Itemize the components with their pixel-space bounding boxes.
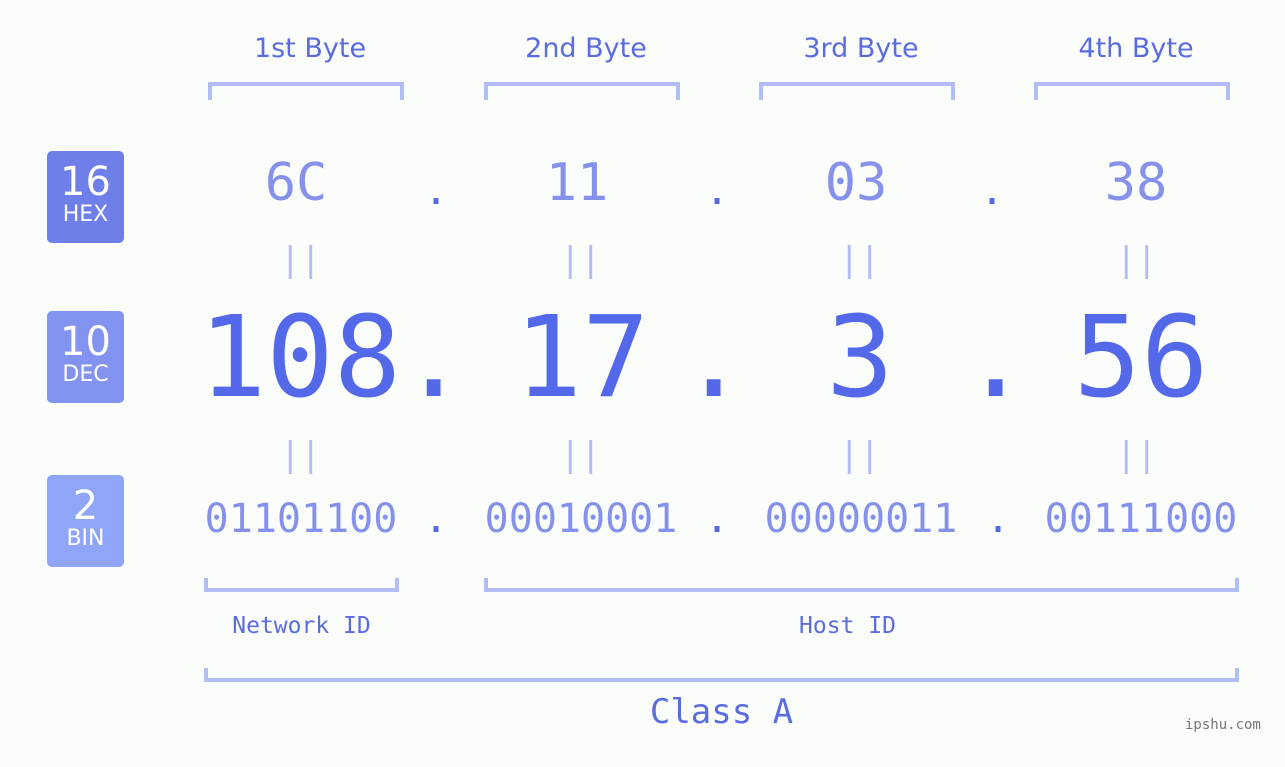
hex-byte-3: 03 bbox=[824, 153, 888, 213]
equals-sign: || bbox=[560, 435, 601, 475]
bin-byte-2: 00010001 bbox=[484, 496, 678, 542]
equals-sign: || bbox=[280, 435, 321, 475]
equals-sign: || bbox=[1116, 240, 1157, 280]
dec-base-label: DEC bbox=[62, 362, 109, 387]
hex-dot-1: . bbox=[424, 168, 449, 214]
hex-byte-4: 38 bbox=[1104, 153, 1168, 213]
bin-base-number: 2 bbox=[72, 483, 99, 529]
bin-badge: 2 BIN bbox=[47, 475, 124, 567]
network-id-bracket bbox=[204, 578, 399, 592]
bin-byte-3: 00000011 bbox=[764, 496, 958, 542]
network-id-label: Network ID bbox=[232, 613, 371, 639]
bin-dot-3: . bbox=[986, 496, 1011, 542]
hex-dot-2: . bbox=[705, 168, 730, 214]
class-label: Class A bbox=[649, 692, 794, 732]
hex-badge: 16 HEX bbox=[47, 151, 124, 243]
class-bracket bbox=[204, 668, 1239, 682]
bin-dot-1: . bbox=[424, 496, 449, 542]
byte-bracket-3 bbox=[759, 82, 955, 100]
dec-base-number: 10 bbox=[60, 319, 111, 365]
hex-base-number: 16 bbox=[60, 159, 111, 205]
byte-header-1: 1st Byte bbox=[253, 33, 367, 64]
host-id-label: Host ID bbox=[799, 613, 896, 639]
hex-byte-2: 11 bbox=[545, 153, 609, 213]
equals-sign: || bbox=[839, 435, 880, 475]
byte-bracket-2 bbox=[484, 82, 680, 100]
equals-sign: || bbox=[280, 240, 321, 280]
equals-sign: || bbox=[1116, 435, 1157, 475]
dec-badge: 10 DEC bbox=[47, 311, 124, 403]
byte-header-4: 4th Byte bbox=[1078, 33, 1194, 64]
hex-base-label: HEX bbox=[62, 202, 109, 227]
bin-byte-1: 01101100 bbox=[204, 496, 398, 542]
bin-base-label: BIN bbox=[66, 526, 105, 551]
watermark: ipshu.com bbox=[1185, 717, 1261, 733]
equals-sign: || bbox=[839, 240, 880, 280]
dec-byte-4: 56 bbox=[1073, 293, 1209, 423]
byte-bracket-1 bbox=[208, 82, 404, 100]
host-id-bracket bbox=[484, 578, 1239, 592]
hex-byte-1: 6C bbox=[264, 153, 328, 213]
equals-sign: || bbox=[560, 240, 601, 280]
byte-header-2: 2nd Byte bbox=[525, 33, 647, 64]
byte-bracket-4 bbox=[1034, 82, 1230, 100]
byte-header-3: 3rd Byte bbox=[803, 33, 919, 64]
hex-dot-3: . bbox=[980, 168, 1005, 214]
bin-byte-4: 00111000 bbox=[1044, 496, 1238, 542]
bin-dot-2: . bbox=[705, 496, 730, 542]
